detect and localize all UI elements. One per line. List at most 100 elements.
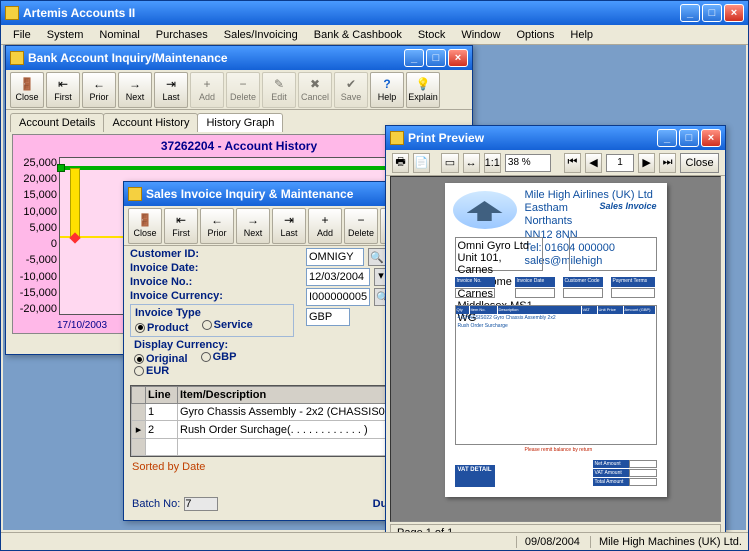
view-width-button[interactable]: ↔	[463, 153, 480, 173]
app-close-button[interactable]: ×	[724, 4, 744, 22]
customer-lookup-button[interactable]: 🔍	[368, 248, 386, 266]
batch-label: Batch No:	[132, 498, 180, 510]
prev-page-button[interactable]: ◀	[585, 153, 602, 173]
gbp-radio[interactable]: GBP	[201, 351, 237, 363]
menu-purchases[interactable]: Purchases	[148, 27, 216, 43]
radio-icon	[202, 320, 212, 330]
menubar: File System Nominal Purchases Sales/Invo…	[1, 25, 748, 45]
bank-title: Bank Account Inquiry/Maintenance	[28, 51, 404, 65]
dispcurr-label: Display Currency:	[134, 339, 228, 351]
bill-to-box: Omni Gyro Ltd Unit 101, Carnes Aerodrome…	[455, 237, 543, 271]
delete-button: −Delete	[226, 72, 260, 108]
customer-input[interactable]	[306, 248, 364, 266]
col-line[interactable]: Line	[146, 387, 178, 404]
zoom-combo[interactable]	[505, 154, 551, 172]
service-radio[interactable]: Service	[202, 319, 253, 331]
sales-prior-button[interactable]: ←Prior	[200, 208, 234, 244]
tab-account-history[interactable]: Account History	[103, 113, 198, 132]
prior-arrow-icon: ←	[91, 77, 107, 91]
original-radio[interactable]: Original	[134, 353, 188, 365]
bank-maximize-button[interactable]: □	[426, 49, 446, 67]
help-button[interactable]: ?Help	[370, 72, 404, 108]
menu-options[interactable]: Options	[508, 27, 562, 43]
sales-delete-button[interactable]: −Delete	[344, 208, 378, 244]
invoice-items-table: Qty Item No. Description VAT Unit Price …	[455, 305, 657, 445]
sales-window-icon	[128, 187, 142, 201]
close-button[interactable]: 🚪Close	[10, 72, 44, 108]
totals-box: Net Amount VAT Amount Total Amount	[593, 460, 657, 487]
menu-nominal[interactable]: Nominal	[91, 27, 147, 43]
next-button[interactable]: →Next	[118, 72, 152, 108]
last-page-button[interactable]: ⏭	[659, 153, 676, 173]
export-button[interactable]: 📄	[413, 153, 430, 173]
preview-toolbar: 🖶 📄 ▭ ↔ 1:1 ⏮ ◀ ▶ ⏭ Close	[386, 150, 725, 176]
first-page-button[interactable]: ⏮	[564, 153, 581, 173]
preview-close-x-button[interactable]: ×	[701, 129, 721, 147]
radio-icon	[135, 323, 145, 333]
last-arrow-icon: ⇥	[163, 77, 179, 91]
doc-title: Sales Invoice	[599, 201, 656, 211]
bank-titlebar: Bank Account Inquiry/Maintenance _ □ ×	[6, 46, 472, 70]
bank-close-button[interactable]: ×	[448, 49, 468, 67]
bank-minimize-button[interactable]: _	[404, 49, 424, 67]
next-arrow-icon: →	[245, 213, 261, 227]
radio-icon	[134, 354, 144, 364]
bank-window-icon	[10, 51, 24, 65]
invdate-input[interactable]	[306, 268, 370, 286]
door-icon: 🚪	[137, 213, 153, 227]
printer-icon: 🖶	[395, 153, 405, 172]
invno-input[interactable]	[306, 288, 370, 306]
product-radio[interactable]: Product	[135, 322, 189, 334]
sales-close-button[interactable]: 🚪Close	[128, 208, 162, 244]
first-arrow-icon: ⇤	[55, 77, 71, 91]
menu-window[interactable]: Window	[453, 27, 508, 43]
eur-radio[interactable]: EUR	[134, 365, 169, 377]
invoice-header-strip: Invoice No. Invoice Date Customer Code P…	[455, 277, 657, 301]
prior-button[interactable]: ←Prior	[82, 72, 116, 108]
tab-history-graph[interactable]: History Graph	[197, 113, 283, 132]
help-icon: ?	[379, 77, 395, 91]
explain-button[interactable]: 💡Explain	[406, 72, 440, 108]
minus-icon: −	[353, 213, 369, 227]
invdate-label: Invoice Date:	[130, 262, 224, 274]
view-whole-button[interactable]: ▭	[441, 153, 458, 173]
page-icon: ▭	[445, 156, 455, 169]
menu-stock[interactable]: Stock	[410, 27, 454, 43]
sales-first-button[interactable]: ⇤First	[164, 208, 198, 244]
app-titlebar: Artemis Accounts II _ □ ×	[1, 1, 748, 25]
menu-system[interactable]: System	[39, 27, 92, 43]
menu-sales[interactable]: Sales/Invoicing	[216, 27, 306, 43]
next-page-button[interactable]: ▶	[638, 153, 655, 173]
print-preview-window: Print Preview _ □ × 🖶 📄 ▭ ↔ 1:1 ⏮ ◀	[385, 125, 726, 545]
app-maximize-button[interactable]: □	[702, 4, 722, 22]
menu-bank[interactable]: Bank & Cashbook	[306, 27, 410, 43]
menu-file[interactable]: File	[5, 27, 39, 43]
app-title: Artemis Accounts II	[23, 6, 680, 20]
first-button[interactable]: ⇤First	[46, 72, 80, 108]
page-input[interactable]	[606, 154, 634, 172]
last-arrow-icon: ⇥	[281, 213, 297, 227]
invcurr-input[interactable]	[306, 308, 350, 326]
company-logo	[453, 191, 517, 229]
app-minimize-button[interactable]: _	[680, 4, 700, 22]
batch-input[interactable]	[184, 497, 218, 511]
preview-minimize-button[interactable]: _	[657, 129, 677, 147]
sales-last-button[interactable]: ⇥Last	[272, 208, 306, 244]
view-100-button[interactable]: 1:1	[484, 153, 501, 173]
chart-yaxis: 25,000 20,000 15,000 10,000 5,000 0 -5,0…	[15, 157, 57, 315]
preview-close-button[interactable]: Close	[680, 153, 719, 173]
sales-add-button[interactable]: +Add	[308, 208, 342, 244]
last-button[interactable]: ⇥Last	[154, 72, 188, 108]
sales-next-button[interactable]: →Next	[236, 208, 270, 244]
chart-bar	[70, 168, 80, 238]
menu-help[interactable]: Help	[562, 27, 601, 43]
tab-account-details[interactable]: Account Details	[10, 113, 104, 132]
next-arrow-icon: →	[127, 77, 143, 91]
invoice-type-group: Invoice Type Product Service	[130, 304, 294, 337]
plus-icon: +	[199, 77, 215, 91]
print-button[interactable]: 🖶	[392, 153, 409, 173]
preview-canvas[interactable]: Mile High Airlines (UK) Ltd Eastham Nort…	[390, 176, 721, 522]
save-button: ✔Save	[334, 72, 368, 108]
invcurr-label: Invoice Currency:	[130, 290, 224, 302]
preview-maximize-button[interactable]: □	[679, 129, 699, 147]
